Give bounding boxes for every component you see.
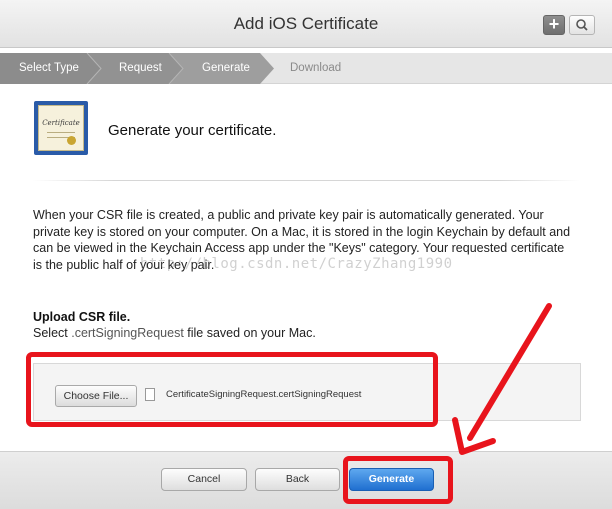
add-button[interactable]: + bbox=[543, 14, 565, 35]
page-title: Add iOS Certificate bbox=[233, 14, 379, 33]
back-button[interactable]: Back bbox=[255, 468, 340, 491]
cancel-button[interactable]: Cancel bbox=[161, 468, 247, 491]
divider bbox=[32, 180, 580, 181]
generate-heading: Generate your certificate. bbox=[108, 122, 277, 139]
header-bar: Add iOS Certificate + bbox=[0, 0, 612, 48]
step-progress-bar: Select Type Request Generate Download bbox=[0, 53, 612, 84]
step-select-type: Select Type bbox=[19, 62, 79, 74]
watermark: http://blog.csdn.net/CrazyZhang1990 bbox=[140, 256, 453, 272]
step-generate: Generate bbox=[202, 62, 250, 74]
plus-icon: + bbox=[548, 14, 560, 34]
step-download: Download bbox=[290, 62, 342, 74]
annotation-box-upload bbox=[26, 352, 438, 427]
annotation-box-generate bbox=[343, 456, 453, 504]
certificate-icon: Certificate bbox=[34, 101, 88, 155]
search-button[interactable] bbox=[569, 15, 595, 35]
upload-subtitle: Select .certSigningRequest file saved on… bbox=[33, 326, 316, 340]
search-icon bbox=[576, 19, 588, 31]
upload-title: Upload CSR file. bbox=[33, 310, 131, 324]
file-extension: .certSigningRequest bbox=[71, 326, 184, 340]
certificate-icon-text: Certificate bbox=[42, 119, 80, 127]
step-request: Request bbox=[119, 62, 162, 74]
